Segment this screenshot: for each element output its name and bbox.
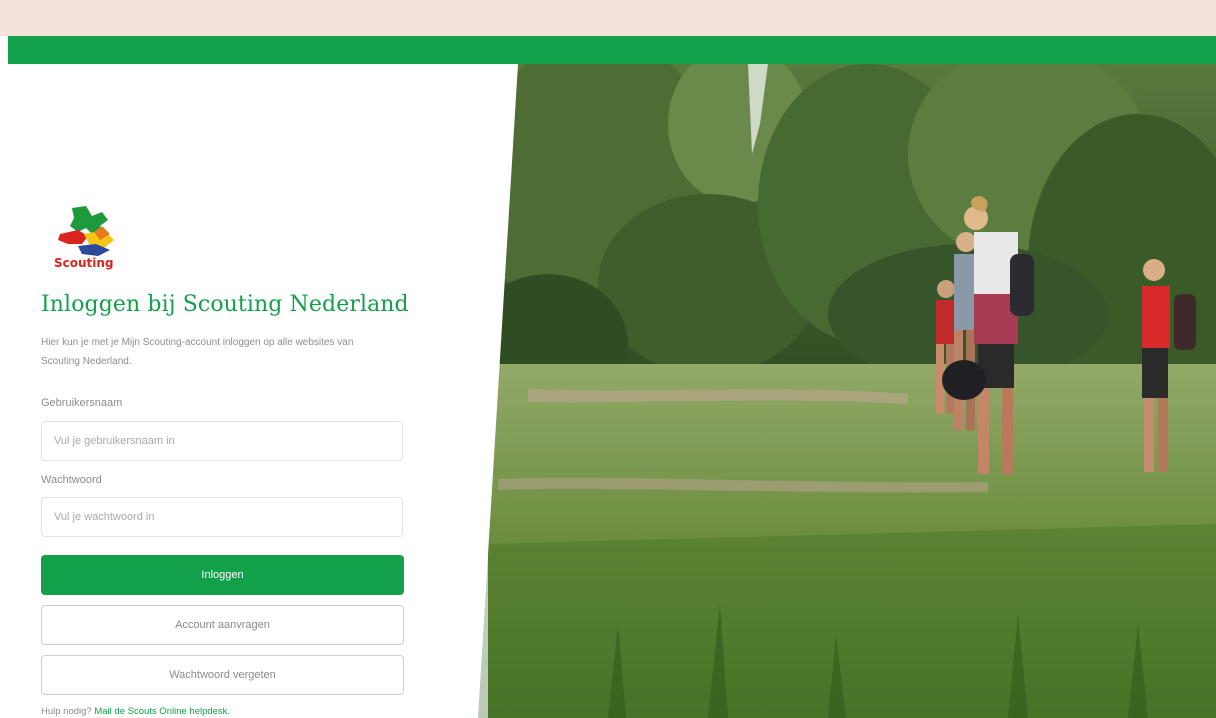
- password-input[interactable]: [41, 497, 403, 537]
- request-account-button[interactable]: Account aanvragen: [41, 605, 404, 645]
- forgot-password-button[interactable]: Wachtwoord vergeten: [41, 655, 404, 695]
- intro-text: Hier kun je met je Mijn Scouting-account…: [41, 337, 354, 367]
- login-button[interactable]: Inloggen: [41, 555, 404, 595]
- help-prefix: Hulp nodig?: [41, 706, 92, 717]
- logo-text: Scouting: [54, 256, 114, 270]
- top-strip: [0, 0, 1216, 36]
- header-bar: [8, 36, 1216, 64]
- help-text: Hulp nodig? Mail de Scouts Online helpde…: [41, 706, 230, 717]
- username-input[interactable]: [41, 421, 403, 461]
- password-label: Wachtwoord: [41, 474, 102, 486]
- page-title: Inloggen bij Scouting Nederland: [41, 292, 409, 317]
- helpdesk-link[interactable]: Mail de Scouts Online helpdesk.: [94, 706, 230, 717]
- login-panel: Scouting Inloggen bij Scouting Nederland…: [8, 64, 518, 718]
- username-label: Gebruikersnaam: [41, 397, 123, 409]
- login-page: Scouting Inloggen bij Scouting Nederland…: [8, 64, 1216, 718]
